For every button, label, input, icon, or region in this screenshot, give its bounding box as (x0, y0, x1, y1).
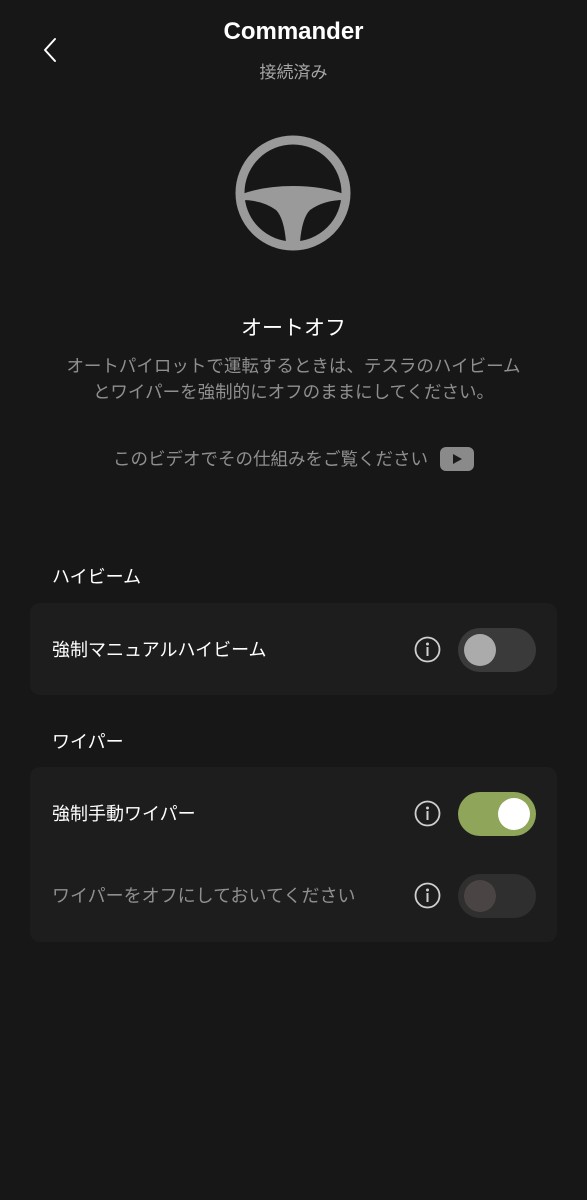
page-title: Commander (223, 18, 364, 45)
connection-status: 接続済み (259, 63, 328, 83)
toggle-keep-wiper-off[interactable] (458, 874, 536, 918)
info-icon[interactable] (414, 800, 441, 827)
steering-wheel-icon (235, 135, 351, 251)
toggle-manual-wiper[interactable] (458, 792, 536, 836)
section-label-highbeam: ハイビーム (52, 567, 142, 588)
wiper-row-manual: 強制手動ワイパー (30, 772, 557, 854)
highbeam-card: 強制マニュアルハイビーム (30, 603, 557, 695)
row-label: 強制手動ワイパー (52, 804, 196, 825)
section-label-wiper: ワイパー (52, 732, 124, 753)
video-link-label: このビデオでその仕組みをご覧ください (113, 450, 428, 470)
toggle-knob (464, 634, 496, 666)
wiper-card: 強制手動ワイパー ワイパーをオフにしておいてください (30, 767, 557, 942)
mode-title: オートオフ (241, 316, 346, 340)
toggle-knob (498, 798, 530, 830)
wiper-row-keep-off: ワイパーをオフにしておいてください (30, 854, 557, 936)
play-video-icon (440, 446, 474, 471)
toggle-knob (464, 880, 496, 912)
info-icon[interactable] (414, 882, 441, 909)
video-link[interactable]: このビデオでその仕組みをご覧ください (0, 446, 587, 471)
row-label: 強制マニュアルハイビーム (52, 640, 267, 661)
row-label: ワイパーをオフにしておいてください (52, 886, 356, 907)
header: Commander 接続済み (0, 0, 587, 100)
info-icon[interactable] (414, 636, 441, 663)
mode-description: オートパイロットで運転するときは、テスラのハイビームとワイパーを強制的にオフのま… (66, 357, 521, 403)
toggle-manual-highbeam[interactable] (458, 628, 536, 672)
highbeam-row-manual: 強制マニュアルハイビーム (30, 608, 557, 690)
